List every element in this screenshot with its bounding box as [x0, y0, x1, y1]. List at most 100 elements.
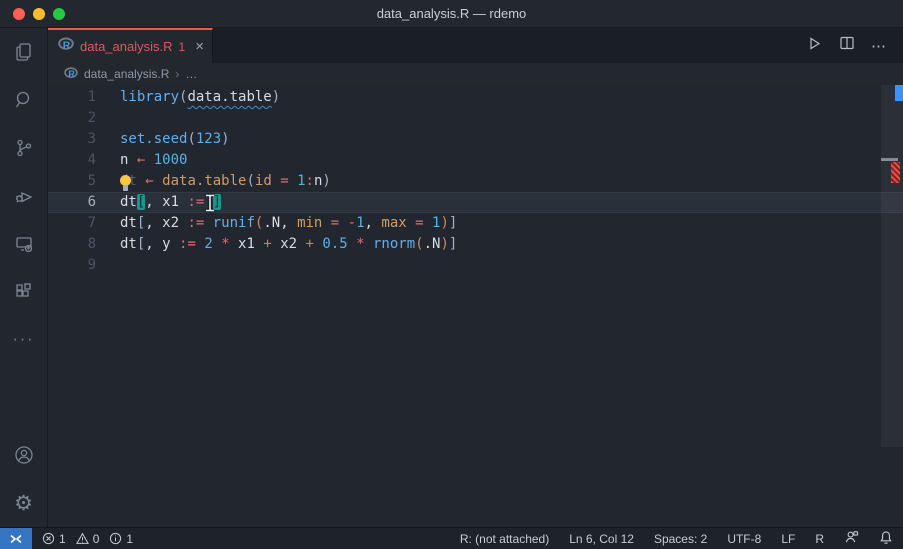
code-line[interactable]: 4 n ← 1000 — [48, 150, 903, 171]
eol-sequence[interactable]: LF — [781, 532, 795, 546]
code-token: .N, — [263, 215, 297, 231]
feedback-icon[interactable] — [844, 530, 859, 547]
code-line[interactable]: 7dt[, x2 := runif(.N, min = -1, max = 1)… — [48, 213, 903, 234]
line-number: 6 — [48, 192, 96, 213]
svg-text:R: R — [68, 68, 75, 78]
status-bar: 1 0 1 R: (not attached) Ln 6, Col 12 Spa… — [0, 527, 903, 549]
code-token: * — [221, 236, 229, 252]
svg-text:R: R — [63, 40, 71, 51]
code-token: , y — [145, 236, 179, 252]
vertical-scrollbar[interactable] — [881, 85, 903, 527]
more-views-icon[interactable]: ··· — [0, 316, 48, 364]
explorer-icon[interactable] — [0, 28, 48, 76]
settings-gear-icon[interactable]: ⚙ — [0, 479, 48, 527]
error-count: 1 — [59, 532, 66, 546]
code-token: , — [365, 215, 382, 231]
code-token: data.table — [162, 173, 246, 189]
code-line[interactable]: 8dt[, y := 2 * x1 + x2 + 0.5 * rnorm(.N)… — [48, 234, 903, 255]
extensions-icon[interactable] — [0, 268, 48, 316]
code-line[interactable]: 6dt[, x1 := ] — [48, 192, 903, 213]
code-token: ) — [322, 173, 330, 189]
code-token — [154, 173, 162, 189]
run-file-icon[interactable] — [806, 35, 823, 57]
line-number: 4 — [48, 150, 96, 171]
tab-bar: R data_analysis.R 1 × ⋯ — [48, 28, 903, 63]
code-line[interactable]: 3set.seed(123) — [48, 129, 903, 150]
error-icon — [42, 532, 55, 545]
scrollbar-slider[interactable] — [881, 85, 903, 447]
code-token: 2 — [204, 236, 212, 252]
code-token: data.table — [187, 89, 271, 105]
code-line[interactable]: 5dt ← data.table(id = 1:n) — [48, 171, 903, 192]
r-file-icon-small: R — [64, 66, 78, 83]
code-token: runif — [213, 215, 255, 231]
code-token: ) — [440, 236, 448, 252]
source-control-icon[interactable] — [0, 124, 48, 172]
account-icon[interactable] — [0, 431, 48, 479]
code-token: ← — [137, 152, 154, 168]
breadcrumb[interactable]: R data_analysis.R › … — [48, 63, 903, 85]
code-token: , x1 — [145, 194, 187, 210]
line-number: 7 — [48, 213, 96, 234]
breadcrumb-symbol[interactable]: … — [185, 67, 197, 81]
code-token: * — [356, 236, 364, 252]
breadcrumb-file[interactable]: data_analysis.R — [84, 67, 169, 81]
code-token — [339, 215, 347, 231]
line-content: n ← 1000 — [120, 150, 187, 171]
indentation[interactable]: Spaces: 2 — [654, 532, 707, 546]
code-line[interactable]: 1library(data.table) — [48, 87, 903, 108]
code-token: + — [306, 236, 314, 252]
run-debug-icon[interactable] — [0, 172, 48, 220]
split-editor-icon[interactable] — [839, 35, 855, 56]
code-token: x2 — [272, 236, 306, 252]
traffic-lights — [13, 8, 65, 20]
code-line[interactable]: 9 — [48, 255, 903, 276]
tab-close-icon[interactable]: × — [195, 38, 204, 55]
info-count: 1 — [126, 532, 133, 546]
code-token — [407, 215, 415, 231]
minimize-window-button[interactable] — [33, 8, 45, 20]
tab-problem-badge: 1 — [179, 40, 186, 54]
code-token — [213, 236, 221, 252]
code-token: set.seed — [120, 131, 187, 147]
search-icon[interactable] — [0, 76, 48, 124]
lightbulb-icon[interactable] — [118, 175, 133, 192]
close-window-button[interactable] — [13, 8, 25, 20]
code-token: 1 — [297, 173, 305, 189]
overview-error-marker — [891, 162, 900, 183]
tab-label: data_analysis.R — [80, 39, 173, 54]
code-token: library — [120, 89, 179, 105]
code-token: + — [263, 236, 271, 252]
warning-count: 0 — [93, 532, 100, 546]
code-token: = — [331, 215, 339, 231]
r-session-status[interactable]: R: (not attached) — [460, 532, 549, 546]
remote-explorer-icon[interactable] — [0, 220, 48, 268]
title-bar: data_analysis.R — rdemo — [0, 0, 903, 28]
remote-indicator[interactable] — [0, 528, 32, 549]
code-token: rnorm — [373, 236, 415, 252]
tab-data-analysis[interactable]: R data_analysis.R 1 × — [48, 28, 213, 63]
encoding[interactable]: UTF-8 — [727, 532, 761, 546]
more-actions-icon[interactable]: ⋯ — [871, 37, 887, 55]
overview-info-marker — [895, 85, 903, 101]
code-editor[interactable]: 1library(data.table)23set.seed(123)4n ← … — [48, 85, 903, 527]
code-token: ( — [415, 236, 423, 252]
code-token: := — [187, 194, 204, 210]
code-token: ] — [449, 236, 457, 252]
language-mode[interactable]: R — [815, 532, 824, 546]
code-token: dt — [120, 173, 137, 189]
r-file-icon: R — [58, 36, 74, 57]
zoom-window-button[interactable] — [53, 8, 65, 20]
window-title: data_analysis.R — rdemo — [377, 6, 527, 21]
line-number: 8 — [48, 234, 96, 255]
info-icon — [109, 532, 122, 545]
code-line[interactable]: 2 — [48, 108, 903, 129]
code-token: 1 — [356, 215, 364, 231]
code-token: id — [255, 173, 272, 189]
problems-summary[interactable]: 1 0 1 — [42, 532, 139, 546]
code-token: dt — [120, 194, 137, 210]
cursor-position[interactable]: Ln 6, Col 12 — [569, 532, 634, 546]
line-number: 3 — [48, 129, 96, 150]
notifications-bell-icon[interactable] — [879, 530, 893, 548]
line-number: 5 — [48, 171, 96, 192]
